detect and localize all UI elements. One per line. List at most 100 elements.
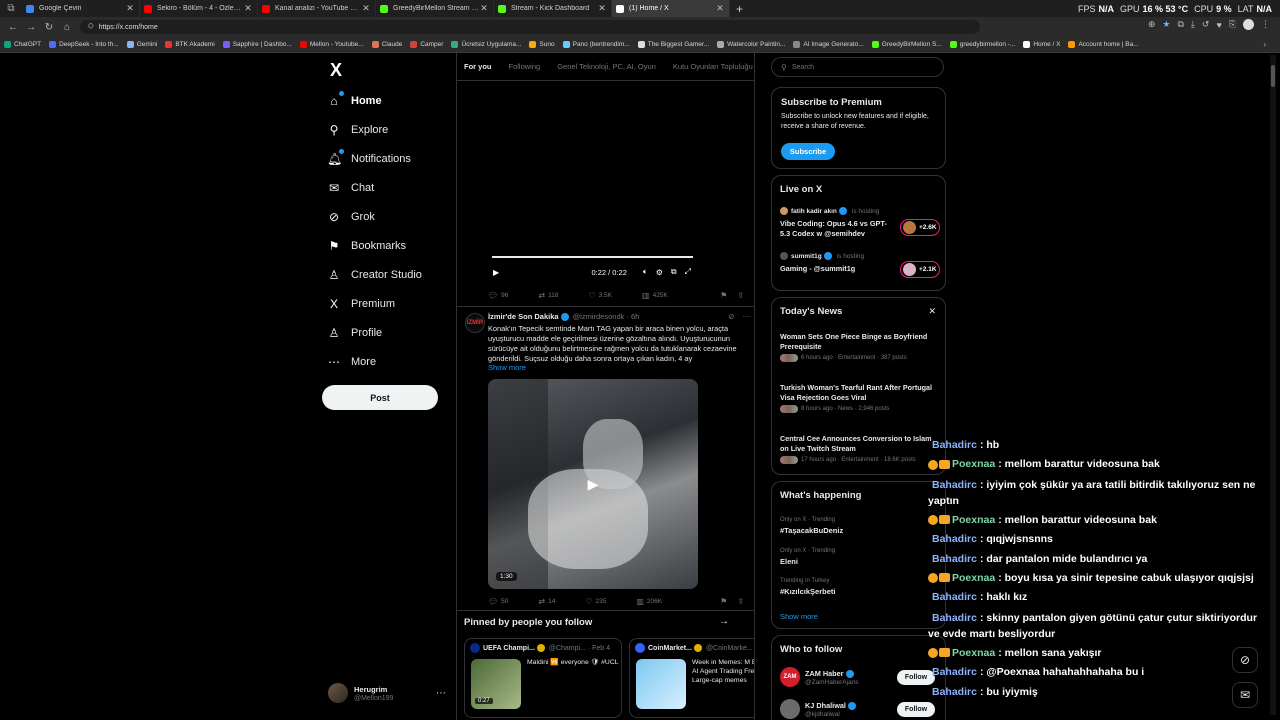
pin-icon[interactable]: ♥ <box>1216 20 1221 30</box>
nav-item-more[interactable]: ⋯ More <box>327 348 457 377</box>
news-item[interactable]: Central Cee Announces Conversion to Isla… <box>780 434 940 464</box>
scrollbar-thumb[interactable] <box>1271 65 1275 87</box>
chat-username[interactable]: Bahadirc <box>932 591 977 603</box>
close-icon[interactable]: ✕ <box>928 306 936 317</box>
more-icon[interactable]: ⋯ <box>743 312 751 321</box>
views-button[interactable]: ▥ 425K <box>642 291 668 300</box>
chat-username[interactable]: Bahadirc <box>932 439 977 451</box>
bookmark-item[interactable]: Ücretsiz Uygulama... <box>451 41 521 48</box>
browser-tab[interactable]: GreedyBirMellon Stream - Watch Live✕ <box>376 0 494 17</box>
messages-icon[interactable]: ✉ <box>1232 682 1258 708</box>
fullscreen-icon[interactable]: ⤢ <box>685 267 691 277</box>
sync-icon[interactable]: ↺ <box>1202 19 1210 30</box>
forward-icon[interactable]: → <box>22 18 40 36</box>
trend-item[interactable]: Only on X · Trending Eleni <box>780 548 940 566</box>
play-icon[interactable]: ▶ <box>493 268 499 277</box>
account-switcher[interactable]: Herugrim @Mellon199 ⋯ <box>328 682 446 704</box>
video-thumbnail[interactable]: ▶ 1:30 <box>488 379 698 589</box>
follow-suggestion[interactable]: KJ Dhaliwal @kjdhaliwal Follow <box>780 698 945 720</box>
downloads-icon[interactable]: ⤓ <box>1191 19 1195 30</box>
repost-button[interactable]: ⇄ 118 <box>538 291 558 300</box>
nav-item-home[interactable]: ⌂ Home <box>327 86 457 115</box>
subscribe-button[interactable]: Subscribe <box>781 143 835 160</box>
bookmark-item[interactable]: GreedyBirMellon S... <box>871 41 942 48</box>
tab-community[interactable]: Kutu Oyunları Topluluğu <box>673 62 753 71</box>
bookmark-item[interactable]: BTK Akademi <box>165 41 215 48</box>
chat-username[interactable]: Bahadirc <box>932 553 977 565</box>
bookmark-item[interactable]: The Biggest Gamer... <box>637 41 709 48</box>
pinned-card[interactable]: CoinMarket... @CoinMarke... Week in Memes… <box>629 638 754 718</box>
bookmark-item[interactable]: Pano (bentrendim... <box>562 41 630 48</box>
bookmark-item[interactable]: Gemini <box>126 41 157 48</box>
zoom-icon[interactable]: ⊕ <box>1148 19 1156 30</box>
home-icon[interactable]: ⌂ <box>58 18 76 36</box>
nav-item-notifications[interactable]: 🔔︎ Notifications <box>327 144 457 173</box>
chat-username[interactable]: Bahadirc <box>932 686 977 698</box>
avatar[interactable]: İZMİR <box>465 313 485 333</box>
bookmark-icon[interactable]: ⚑ <box>720 597 727 606</box>
bookmark-item[interactable]: DeepSeek - Into th... <box>49 41 119 48</box>
author-name[interactable]: İzmir'de Son Dakika <box>488 312 559 321</box>
grok-icon[interactable]: ⊘ <box>728 312 734 321</box>
author-handle[interactable]: @izmirdesondk <box>573 312 625 321</box>
tab-close-icon[interactable]: ✕ <box>243 3 253 14</box>
browser-tab[interactable]: Kanal analizi - YouTube Studio ✕ <box>258 0 376 17</box>
chat-username[interactable]: Bahadirc <box>932 612 977 624</box>
nav-item-explore[interactable]: ⚲ Explore <box>327 115 457 144</box>
tab-close-icon[interactable]: ✕ <box>479 3 489 14</box>
chat-username[interactable]: Bahadirc <box>932 533 977 545</box>
reload-icon[interactable]: ↻ <box>40 18 58 36</box>
live-item[interactable]: fatih kadir akın is hosting Vibe Coding: … <box>780 207 940 239</box>
pinned-card[interactable]: UEFA Champi... @Champi... · Feb 4 0:27 Ma… <box>464 638 622 718</box>
card-thumbnail[interactable] <box>636 659 686 709</box>
repost-button[interactable]: ⇄ 14 <box>538 597 555 606</box>
other-bookmarks-icon[interactable]: › <box>1263 40 1266 49</box>
video-player[interactable] <box>488 83 698 283</box>
play-icon[interactable]: ▶ <box>584 475 602 493</box>
chat-username[interactable]: Poexnaa <box>952 647 995 659</box>
bookmark-item[interactable]: greedybirmellon -... <box>949 41 1015 48</box>
profile-avatar[interactable] <box>1243 19 1254 30</box>
browser-tab[interactable]: Stream - Kick Dashboard ✕ <box>494 0 612 17</box>
like-button[interactable]: ♡ 235 <box>585 597 606 606</box>
share-icon[interactable]: ⇪ <box>737 597 744 606</box>
bookmark-item[interactable]: Suno <box>529 41 555 48</box>
bookmark-item[interactable]: Camper <box>410 41 443 48</box>
chat-username[interactable]: Poexnaa <box>952 514 995 526</box>
chat-username[interactable]: Poexnaa <box>952 458 995 470</box>
search-input[interactable]: ⚲ Search <box>771 57 944 77</box>
window-menu-icon[interactable]: ⧉ <box>4 2 18 16</box>
post-age[interactable]: · 6h <box>626 312 639 321</box>
bookmark-item[interactable]: ChatGPT <box>4 41 41 48</box>
grok-icon[interactable]: ⊘ <box>1232 647 1258 673</box>
nav-item-chat[interactable]: ✉ Chat <box>327 173 457 202</box>
pip-icon[interactable]: ⧉ <box>671 267 677 277</box>
reply-button[interactable]: 💬︎ 96 <box>488 291 508 300</box>
news-item[interactable]: Woman Sets One Piece Binge as Boyfriend … <box>780 332 940 362</box>
nav-item-premium[interactable]: X Premium <box>327 290 457 319</box>
trend-item[interactable]: Trending in Turkey #KızılcıkŞerbeti <box>780 578 940 596</box>
live-item[interactable]: summit1g is hosting Gaming - @summit1g +2… <box>780 252 940 278</box>
extensions-icon[interactable]: ⧉ <box>1177 19 1183 30</box>
trend-item[interactable]: Only on X · Trending #TaşacakBuDeniz <box>780 517 940 535</box>
browser-tab[interactable]: Google Çeviri ✕ <box>22 0 140 17</box>
browser-tab[interactable]: (1) Home / X ✕ <box>612 0 730 17</box>
tab-for-you[interactable]: For you <box>464 62 492 71</box>
bookmark-item[interactable]: AI Image Generato... <box>793 41 864 48</box>
reply-button[interactable]: 💬︎ 50 <box>488 597 508 606</box>
nav-item-profile[interactable]: ♙ Profile <box>327 319 457 348</box>
bookmark-item[interactable]: Watercolor Paintin... <box>717 41 785 48</box>
nav-item-bookmarks[interactable]: ⚑ Bookmarks <box>327 231 457 260</box>
chat-username[interactable]: Bahadirc <box>932 479 977 491</box>
bookmark-item[interactable]: Home / X <box>1023 41 1060 48</box>
settings-icon[interactable]: ⚙ <box>656 268 663 277</box>
browser-menu-icon[interactable]: ⋮ <box>1261 19 1270 30</box>
browser-tab[interactable]: Sekiro - Bölüm - 4 - Özlemiglim !!!✕ <box>140 0 258 17</box>
tab-close-icon[interactable]: ✕ <box>715 3 725 14</box>
bookmark-star-icon[interactable]: ★ <box>1162 19 1170 30</box>
show-more-link[interactable]: Show more <box>780 612 818 621</box>
more-options-icon[interactable]: ⋯ <box>436 688 446 699</box>
nav-item-creator-studio[interactable]: ♙ Creator Studio <box>327 261 457 290</box>
bookmark-item[interactable]: Claude <box>371 41 402 48</box>
arrow-right-icon[interactable]: → <box>719 616 729 627</box>
